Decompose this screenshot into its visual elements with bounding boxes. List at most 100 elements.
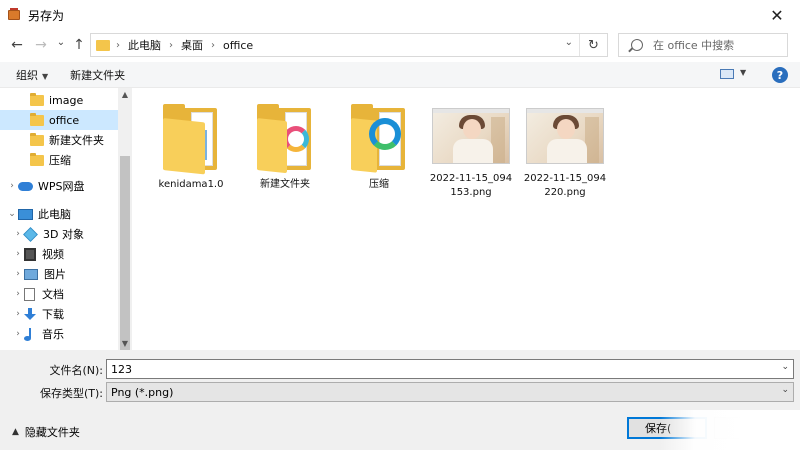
organize-button[interactable]: 组织 ▼ xyxy=(16,67,48,83)
sidebar-item-3d-objects[interactable]: › 3D 对象 xyxy=(0,224,118,244)
folder-docs-icon xyxy=(163,104,219,175)
folder-icon xyxy=(30,132,44,146)
sidebar-item-downloads[interactable]: › 下载 xyxy=(0,304,118,324)
breadcrumb-separator: › xyxy=(116,39,120,51)
sidebar-scrollbar[interactable]: ▲ ▼ xyxy=(118,88,132,366)
sidebar-item-compress[interactable]: 压缩 xyxy=(0,150,118,170)
chevron-right-icon[interactable]: › xyxy=(12,289,24,299)
sidebar-item-label: 新建文件夹 xyxy=(49,134,104,147)
chevron-right-icon[interactable]: › xyxy=(12,309,24,319)
window-title: 另存为 xyxy=(28,8,65,23)
image-thumbnail xyxy=(526,108,604,164)
sidebar-item-label: 图片 xyxy=(44,268,66,281)
chevron-down-icon[interactable]: ⌄ xyxy=(781,362,789,372)
download-icon xyxy=(24,307,36,321)
video-icon xyxy=(24,247,36,261)
breadcrumb-desktop[interactable]: 桌面 xyxy=(181,37,203,53)
document-icon xyxy=(24,287,35,301)
chevron-right-icon[interactable]: › xyxy=(12,249,24,259)
file-list: kenidama1.0 新建文件夹 压缩 2022-11-15_094 153.p… xyxy=(132,88,800,350)
sidebar-item-label: office xyxy=(49,113,80,127)
sidebar-item-label: 视频 xyxy=(42,248,64,261)
breadcrumb-separator: › xyxy=(169,39,173,51)
refresh-button[interactable]: ↻ xyxy=(579,34,607,56)
file-item[interactable]: 压缩 xyxy=(334,102,424,192)
search-box[interactable] xyxy=(618,33,788,57)
sidebar-item-label: 3D 对象 xyxy=(43,228,84,241)
picture-icon xyxy=(24,268,38,280)
filetype-value: Png (*.png) xyxy=(111,385,174,399)
sidebar-item-new-folder[interactable]: 新建文件夹 xyxy=(0,130,118,150)
caret-down-icon: ▼ xyxy=(42,71,49,81)
filetype-select[interactable]: Png (*.png) ⌄ xyxy=(106,382,794,402)
breadcrumb-separator: › xyxy=(211,39,215,51)
breadcrumb-office[interactable]: office xyxy=(223,39,253,52)
folder-edge-icon xyxy=(351,104,407,173)
file-name: 压缩 xyxy=(369,179,389,190)
file-name: kenidama1.0 xyxy=(158,179,224,190)
folder-app-icon xyxy=(257,104,313,174)
caret-down-icon[interactable]: ▼ xyxy=(740,68,746,77)
address-bar[interactable]: › 此电脑 › 桌面 › office ⌄ ↻ xyxy=(90,33,608,57)
filename-input[interactable] xyxy=(111,362,771,376)
up-button[interactable]: ↑ xyxy=(68,33,90,57)
breadcrumb-this-pc[interactable]: 此电脑 xyxy=(128,37,161,53)
forward-button[interactable]: → xyxy=(30,33,52,57)
scroll-down-icon[interactable]: ▼ xyxy=(118,339,132,348)
filetype-label: 保存类型(T): xyxy=(39,387,103,400)
sidebar-item-image[interactable]: image xyxy=(0,90,118,110)
back-button[interactable]: ← xyxy=(6,33,28,57)
sidebar-item-label: 文档 xyxy=(42,288,64,301)
file-item[interactable]: kenidama1.0 xyxy=(146,102,236,192)
navigation-bar: ← → ⌄ ↑ › 此电脑 › 桌面 › office ⌄ ↻ xyxy=(0,30,800,60)
chevron-down-icon[interactable]: ⌄ xyxy=(781,385,789,395)
filename-field[interactable]: ⌄ xyxy=(106,359,794,379)
new-folder-button[interactable]: 新建文件夹 xyxy=(70,67,125,83)
file-name: 2022-11-15_094 153.png xyxy=(429,173,513,198)
scroll-up-icon[interactable]: ▲ xyxy=(118,90,132,99)
app-icon xyxy=(6,7,22,23)
sidebar-item-label: 下载 xyxy=(42,308,64,321)
sidebar-item-label: 压缩 xyxy=(49,154,71,167)
music-icon xyxy=(24,327,34,341)
sidebar-item-wps-drive[interactable]: › WPS网盘 xyxy=(0,176,118,196)
file-name: 新建文件夹 xyxy=(260,179,310,190)
command-bar: 组织 ▼ 新建文件夹 ▼ ? xyxy=(0,62,800,88)
folder-icon xyxy=(96,39,110,51)
hide-folders-label: 隐藏文件夹 xyxy=(24,426,80,439)
sidebar-item-label: WPS网盘 xyxy=(38,180,85,193)
sidebar-item-label: 音乐 xyxy=(42,328,64,341)
sidebar-item-documents[interactable]: › 文档 xyxy=(0,284,118,304)
view-mode-icon[interactable] xyxy=(720,69,734,79)
watermark-overlay xyxy=(660,410,800,450)
file-item[interactable]: 新建文件夹 xyxy=(240,102,330,192)
title-bar: 另存为 ✕ xyxy=(0,0,800,30)
file-name: 2022-11-15_094 220.png xyxy=(523,173,607,198)
organize-label: 组织 xyxy=(16,68,38,82)
caret-up-icon: ▲ xyxy=(12,427,19,437)
file-item[interactable]: 2022-11-15_094 220.png xyxy=(520,102,610,200)
sidebar-item-this-pc[interactable]: ⌄ 此电脑 xyxy=(0,204,118,224)
chevron-right-icon[interactable]: › xyxy=(12,269,24,279)
close-button[interactable]: ✕ xyxy=(754,0,800,30)
chevron-down-icon[interactable]: ⌄ xyxy=(6,209,18,219)
scrollbar-thumb[interactable] xyxy=(120,156,130,366)
sidebar-item-label: 此电脑 xyxy=(38,208,71,221)
sidebar-item-label: image xyxy=(49,93,84,107)
chevron-right-icon[interactable]: › xyxy=(12,329,24,339)
sidebar-item-pictures[interactable]: › 图片 xyxy=(0,264,118,284)
sidebar-item-office[interactable]: office xyxy=(0,110,118,130)
hide-folders-toggle[interactable]: ▲ 隐藏文件夹 xyxy=(12,424,80,440)
sidebar-item-music[interactable]: › 音乐 xyxy=(0,324,118,344)
save-options-panel: 文件名(N): ⌄ 保存类型(T): Png (*.png) ⌄ ▲ 隐藏文件夹… xyxy=(0,350,800,450)
filename-label: 文件名(N): xyxy=(49,364,103,377)
file-item[interactable]: 2022-11-15_094 153.png xyxy=(426,102,516,200)
folder-icon xyxy=(30,152,44,166)
chevron-down-icon[interactable]: ⌄ xyxy=(565,37,573,48)
search-input[interactable] xyxy=(653,38,783,52)
cloud-icon xyxy=(18,181,33,191)
navigation-pane: image office 新建文件夹 压缩 › WPS网盘 ⌄ 此电脑 › 3D 对象… xyxy=(0,88,132,350)
sidebar-item-videos[interactable]: › 视频 xyxy=(0,244,118,264)
help-button[interactable]: ? xyxy=(772,67,788,83)
chevron-right-icon[interactable]: › xyxy=(6,181,18,191)
